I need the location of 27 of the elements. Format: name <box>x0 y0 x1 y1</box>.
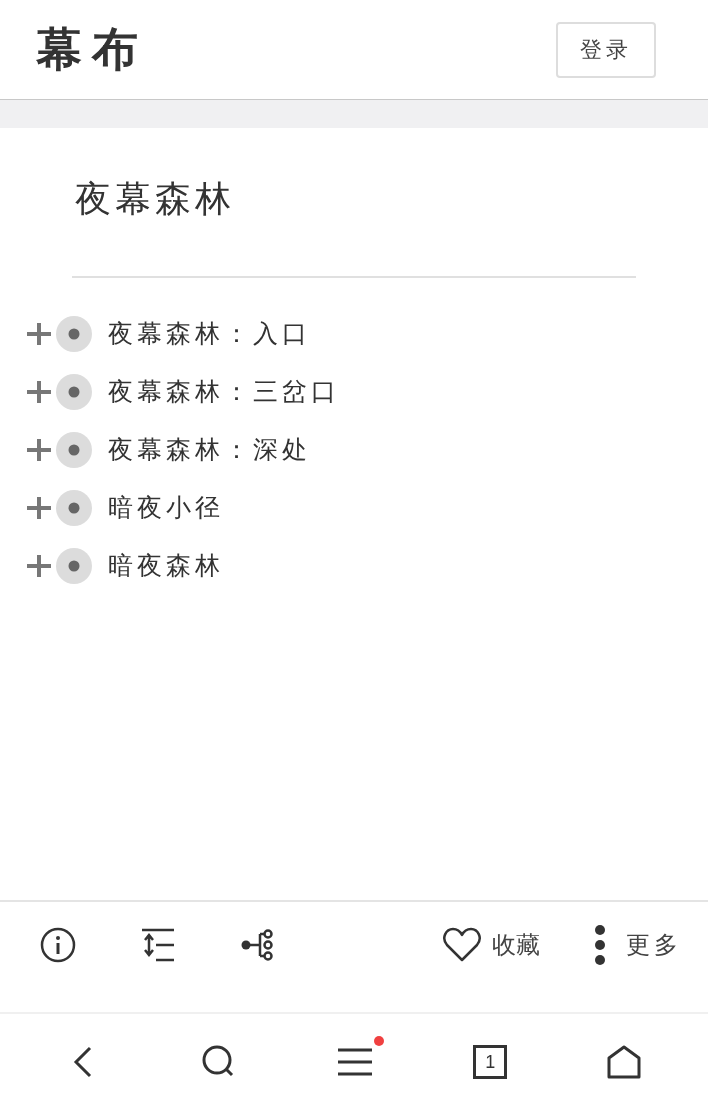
brand-logo: 幕布 <box>36 21 148 78</box>
bullet-icon[interactable] <box>56 548 92 584</box>
mind-map-icon[interactable] <box>240 927 276 963</box>
document-title: 夜幕森林 <box>75 177 236 221</box>
expand-icon[interactable] <box>26 379 52 405</box>
bullet-icon[interactable] <box>56 490 92 526</box>
expand-icon[interactable] <box>26 553 52 579</box>
bullet-icon[interactable] <box>56 316 92 352</box>
more-button[interactable]: 更多 <box>594 925 682 965</box>
outline-item[interactable]: 夜幕森林：深处 <box>108 431 311 469</box>
expand-icon[interactable] <box>26 495 52 521</box>
bullet-icon[interactable] <box>56 432 92 468</box>
heart-icon <box>442 927 482 963</box>
expand-icon[interactable] <box>26 437 52 463</box>
info-icon[interactable] <box>40 927 76 963</box>
outline-item[interactable]: 夜幕森林：三岔口 <box>108 373 340 411</box>
login-button[interactable]: 登录 <box>556 21 656 78</box>
home-icon[interactable] <box>606 1044 643 1080</box>
more-icon <box>594 925 606 965</box>
line-spacing-icon[interactable] <box>140 927 176 963</box>
tab-count-button[interactable]: 1 <box>473 1045 508 1079</box>
outline-item[interactable]: 夜幕森林：入口 <box>108 315 311 353</box>
bullet-icon[interactable] <box>56 374 92 410</box>
outline-item[interactable]: 暗夜小径 <box>108 489 224 527</box>
favorite-button[interactable]: 收藏 <box>442 927 540 963</box>
expand-icon[interactable] <box>26 321 52 347</box>
outline-item[interactable]: 暗夜森林 <box>108 547 224 585</box>
